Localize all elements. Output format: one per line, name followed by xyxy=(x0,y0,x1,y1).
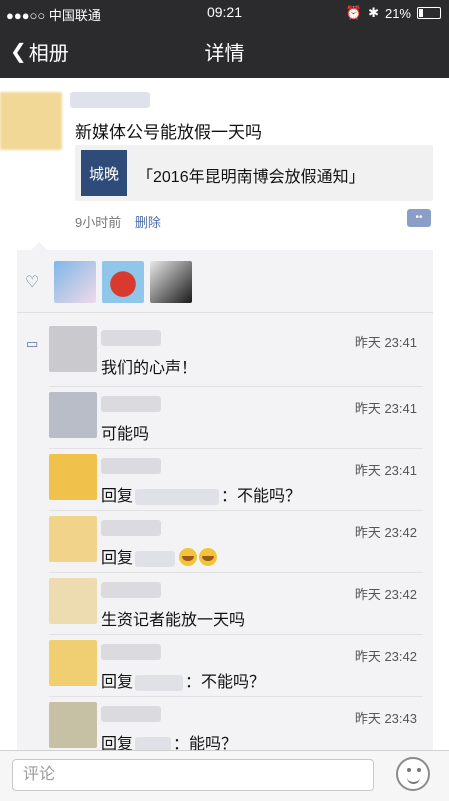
reply-body: ：不能吗？ xyxy=(185,674,266,691)
comment-text: 回复 xyxy=(101,544,218,568)
commenter-avatar[interactable] xyxy=(49,702,97,748)
post-time: 9小时前 xyxy=(75,215,122,230)
comment-action-icon[interactable]: •• xyxy=(407,209,431,227)
commenter-name[interactable] xyxy=(101,582,161,598)
comment-text: 生资记者能放一天吗 xyxy=(101,612,246,629)
comment-time: 昨天 23:41 xyxy=(354,335,417,350)
commenter-name[interactable] xyxy=(101,644,161,660)
alarm-icon: ⏰ xyxy=(345,5,363,20)
share-thumbnail: 城晚 xyxy=(81,150,127,196)
comment-bubble-icon: ▭ xyxy=(26,336,39,351)
comment-row[interactable]: 昨天 23:41 可能吗 xyxy=(49,386,423,449)
status-bar: ●●●○○ 中国联通 09:21 ⏰ ✱ 21% xyxy=(0,0,449,26)
author-name[interactable] xyxy=(70,92,150,108)
comment-row[interactable]: 昨天 23:43 回复 ：能吗？ xyxy=(49,696,423,753)
heart-icon: ♡ xyxy=(25,274,40,291)
interaction-panel: ♡ ▭ 昨天 23:41 我们的心声！ 昨天 23:41 可能吗 昨天 23:4… xyxy=(17,242,433,753)
comment-text: 我们的心声！ xyxy=(101,360,198,377)
comment-time: 昨天 23:42 xyxy=(354,649,417,664)
delete-link[interactable]: 删除 xyxy=(135,215,161,230)
comment-text: 回复 ：不能吗？ xyxy=(101,482,301,506)
shared-link-card[interactable]: 城晚 「2016年昆明南博会放假通知」 xyxy=(75,145,433,201)
reply-prefix: 回复 xyxy=(101,550,134,567)
comment-input[interactable]: 评论 xyxy=(12,759,374,791)
comment-input-bar: 评论 xyxy=(0,750,449,801)
post-text: 新媒体公号能放假一天吗 xyxy=(75,123,262,142)
comment-time: 昨天 23:43 xyxy=(354,711,417,726)
comment-time: 昨天 23:42 xyxy=(354,587,417,602)
comment-time: 昨天 23:41 xyxy=(354,463,417,478)
commenter-avatar[interactable] xyxy=(49,516,97,562)
reply-target-name[interactable] xyxy=(135,488,220,505)
commenter-name[interactable] xyxy=(101,330,161,346)
comment-row[interactable]: 昨天 23:41 回复 ：不能吗？ xyxy=(49,448,423,511)
reply-prefix: 回复 xyxy=(101,488,134,505)
laugh-emoji-icon xyxy=(179,548,198,566)
comment-time: 昨天 23:41 xyxy=(354,401,417,416)
comment-row[interactable]: 昨天 23:42 生资记者能放一天吗 xyxy=(49,572,423,635)
commenter-avatar[interactable] xyxy=(49,578,97,624)
emoji-icon[interactable] xyxy=(396,757,430,791)
author-avatar[interactable] xyxy=(0,92,62,150)
commenter-avatar[interactable] xyxy=(49,392,97,438)
commenter-avatar[interactable] xyxy=(49,640,97,686)
page-title: 详情 xyxy=(204,43,245,65)
commenter-avatar[interactable] xyxy=(49,326,97,372)
battery-icon xyxy=(417,7,441,19)
comment-text: 可能吗 xyxy=(101,426,150,443)
comment-text: 回复 ：不能吗？ xyxy=(101,668,265,692)
comment-time: 昨天 23:42 xyxy=(354,525,417,540)
comment-row[interactable]: 昨天 23:42 回复 ：不能吗？ xyxy=(49,634,423,697)
bluetooth-icon: ✱ xyxy=(368,5,379,20)
reply-body: ：不能吗？ xyxy=(221,488,302,505)
commenter-name[interactable] xyxy=(101,706,161,722)
commenter-name[interactable] xyxy=(101,396,161,412)
reply-target-name[interactable] xyxy=(135,550,176,567)
share-title: 「2016年昆明南博会放假通知」 xyxy=(137,169,365,186)
post-meta: 9小时前 删除 xyxy=(75,212,161,231)
laugh-emoji-icon xyxy=(199,548,218,566)
reply-prefix: 回复 xyxy=(101,674,134,691)
comment-row[interactable]: 昨天 23:42 回复 xyxy=(49,510,423,573)
reply-target-name[interactable] xyxy=(135,674,184,691)
battery-percent: 21% xyxy=(384,5,411,21)
comment-row[interactable]: 昨天 23:41 我们的心声！ xyxy=(49,320,423,387)
like-avatar[interactable] xyxy=(150,261,192,303)
commenter-name[interactable] xyxy=(101,458,161,474)
top-bar: ●●●○○ 中国联通 09:21 ⏰ ✱ 21% ❮ 相册 详情 xyxy=(0,0,449,78)
like-avatar[interactable] xyxy=(102,261,144,303)
commenter-name[interactable] xyxy=(101,520,161,536)
nav-bar: ❮ 相册 详情 xyxy=(0,26,449,78)
commenter-avatar[interactable] xyxy=(49,454,97,500)
like-avatar[interactable] xyxy=(54,261,96,303)
status-right: ⏰ ✱ 21% xyxy=(346,5,441,21)
likes-row: ♡ xyxy=(17,250,433,313)
